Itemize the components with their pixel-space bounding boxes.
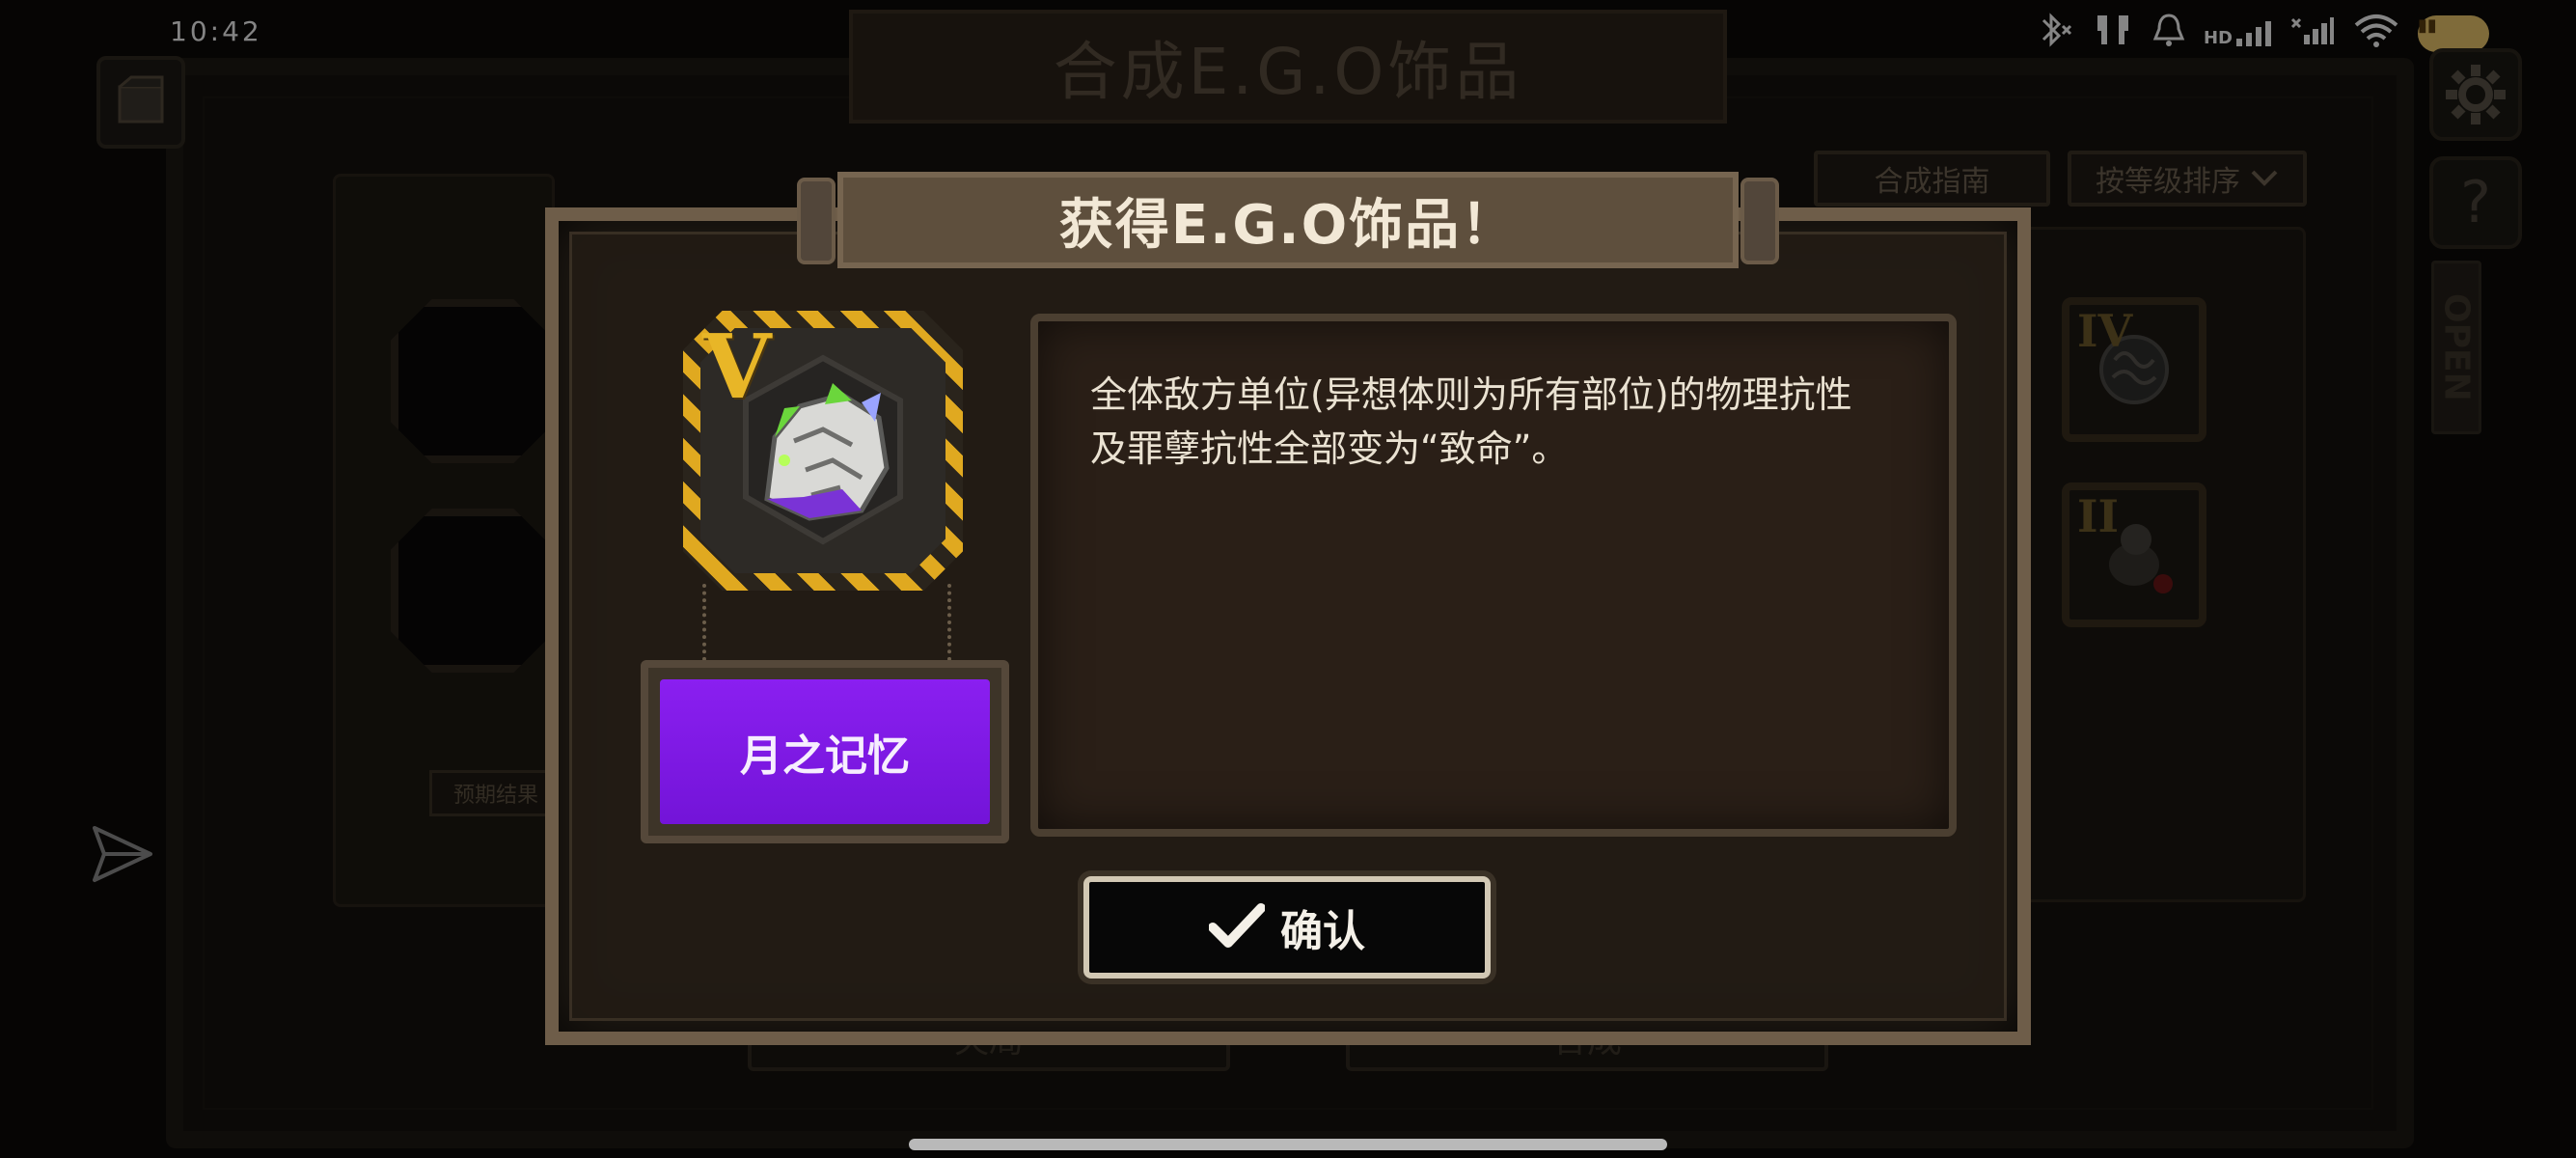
checkmark-icon (1208, 902, 1266, 952)
item-rank-badge: V (702, 315, 772, 419)
chain-right (947, 584, 957, 661)
item-description-line-2: 及罪孽抗性全部变为“致命”。 (1090, 427, 1569, 470)
confirm-label: 确认 (1280, 907, 1365, 956)
item-name: 月之记忆 (660, 679, 990, 824)
home-indicator[interactable] (909, 1139, 1667, 1150)
chain-left (702, 584, 712, 661)
item-name-plate: 月之记忆 (641, 660, 1009, 843)
title-plate-right-cap (1740, 178, 1779, 264)
confirm-button[interactable]: 确认 (1083, 876, 1491, 979)
title-plate-left-cap (797, 178, 836, 264)
dialog-title: 获得E.G.O饰品！ (837, 172, 1739, 268)
item-description-box: 全体敌方单位(异想体则为所有部位)的物理抗性 及罪孽抗性全部变为“致命”。 (1030, 314, 1957, 837)
item-description-line-1: 全体敌方单位(异想体则为所有部位)的物理抗性 (1090, 373, 1852, 416)
